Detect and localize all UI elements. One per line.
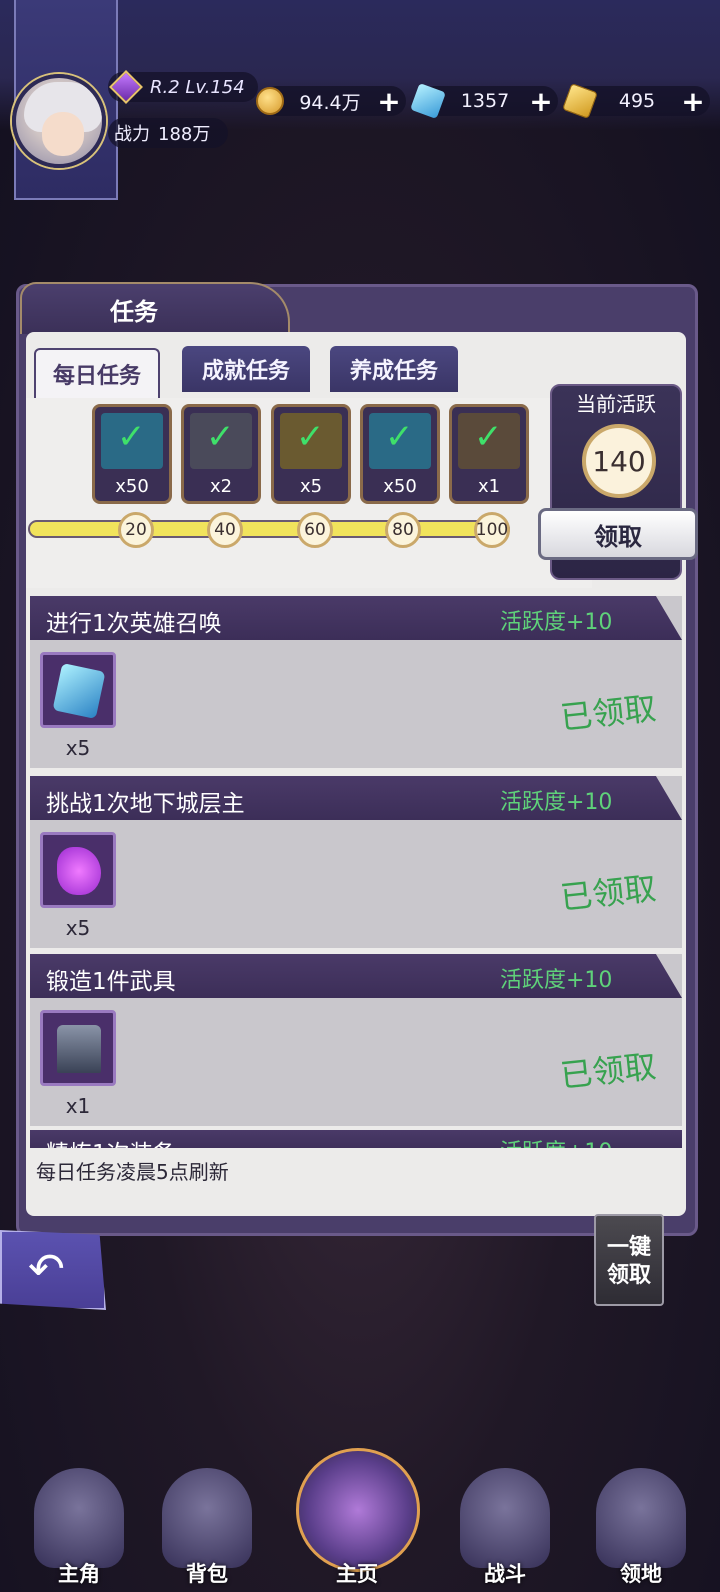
reward-qty: x5 (65, 736, 91, 760)
task-row: 挑战1次地下城层主 活跃度+10 x5 已领取 (30, 776, 682, 948)
task-claimed-status: 已领取 (558, 689, 658, 737)
check-icon: ✓ (385, 417, 414, 457)
task-title: 进行1次英雄召唤 (46, 611, 222, 637)
activity-chest[interactable]: ✓ x2 (181, 404, 261, 504)
task-row: 锻造1件武具 活跃度+10 x1 已领取 (30, 954, 682, 1126)
reward-qty: x1 (65, 1094, 91, 1118)
milestone-marker: 100 (474, 512, 510, 548)
activity-chest[interactable]: ✓ x1 (449, 404, 529, 504)
resource-gold: 94.4万 + (256, 85, 406, 118)
activity-progress-bar (28, 520, 510, 538)
one-key-label-line1: 一键 (606, 1235, 651, 1260)
claim-button[interactable]: 领取 (538, 508, 698, 560)
crystal-value: 1357 (460, 90, 510, 112)
gold-coin-icon (256, 87, 284, 115)
book-icon (296, 1448, 420, 1572)
milestone-marker: 60 (297, 512, 333, 548)
blue-crystal-icon (52, 662, 106, 720)
bottom-nav: 主角 背包 主页 战斗 领地 (0, 1440, 720, 1592)
chest-qty: x5 (299, 476, 323, 497)
rank-gem-icon (109, 70, 143, 104)
back-arrow-icon: ↶ (28, 1244, 65, 1295)
check-icon: ✓ (296, 417, 325, 457)
nav-battle[interactable]: 战斗 (450, 1440, 560, 1592)
task-points: 活跃度+10 (500, 610, 613, 635)
crossed-swords-icon (460, 1468, 550, 1568)
tab-growth[interactable]: 养成任务 (330, 346, 458, 392)
bag-icon (162, 1468, 252, 1568)
task-title: 挑战1次地下城层主 (46, 791, 245, 817)
gold-value: 94.4万 (299, 91, 361, 114)
nav-territory[interactable]: 领地 (586, 1440, 696, 1592)
nav-label: 主页 (336, 1562, 378, 1586)
task-points: 活跃度+10 (500, 968, 613, 993)
nav-label: 战斗 (484, 1562, 526, 1586)
rank-badge: R.2 Lv.154 (108, 70, 258, 104)
nav-label: 背包 (186, 1562, 228, 1586)
activity-chest[interactable]: ✓ x50 (92, 404, 172, 504)
nav-label: 主角 (58, 1562, 100, 1586)
castle-icon (596, 1468, 686, 1568)
panel-title: 任务 (110, 298, 158, 326)
chest-qty: x50 (383, 476, 417, 497)
current-activity-value: 140 (582, 424, 656, 498)
task-title: 锻造1件武具 (46, 969, 176, 995)
purple-puzzle-icon (57, 847, 101, 895)
chest-qty: x50 (115, 476, 149, 497)
task-reward-item[interactable] (40, 652, 116, 728)
combat-power: 战力 188万 (108, 118, 228, 148)
power-label: 战力 (114, 124, 150, 145)
avatar[interactable] (12, 74, 106, 168)
nav-home[interactable]: 主页 (296, 1440, 420, 1592)
nav-hero[interactable]: 主角 (24, 1440, 134, 1592)
task-claimed-status: 已领取 (558, 1047, 658, 1095)
gem-value: 495 (618, 90, 656, 112)
chest-qty: x2 (209, 476, 233, 497)
check-icon: ✓ (206, 417, 235, 457)
check-icon: ✓ (117, 417, 146, 457)
milestone-marker: 40 (207, 512, 243, 548)
reward-qty: x5 (65, 916, 91, 940)
current-activity-label: 当前活跃 (576, 392, 656, 416)
tab-daily[interactable]: 每日任务 (34, 348, 160, 398)
hero-icon (34, 1468, 124, 1568)
add-gem-button[interactable]: + (680, 85, 706, 118)
task-reward-item[interactable] (40, 832, 116, 908)
task-claimed-status: 已领取 (558, 869, 658, 917)
one-key-claim-button[interactable]: 一键 领取 (594, 1214, 664, 1306)
milestone-marker: 80 (385, 512, 421, 548)
refresh-note: 每日任务凌晨5点刷新 (26, 1148, 686, 1190)
task-reward-item[interactable] (40, 1010, 116, 1086)
avatar-face (42, 112, 84, 156)
nav-bag[interactable]: 背包 (152, 1440, 262, 1592)
rank-text: R.2 Lv.154 (150, 76, 245, 98)
milestone-marker: 20 (118, 512, 154, 548)
tab-achievement[interactable]: 成就任务 (182, 346, 310, 392)
task-row: 进行1次英雄召唤 活跃度+10 x5 已领取 (30, 596, 682, 768)
add-crystal-button[interactable]: + (528, 85, 554, 118)
activity-chest[interactable]: ✓ x5 (271, 404, 351, 504)
resource-gem: 495 + (562, 83, 710, 119)
nav-label: 领地 (620, 1562, 662, 1586)
back-button[interactable]: ↶ (0, 1230, 106, 1310)
resource-crystal: 1357 + (410, 83, 558, 119)
task-points: 活跃度+10 (500, 790, 613, 815)
activity-chest[interactable]: ✓ x50 (360, 404, 440, 504)
add-gold-button[interactable]: + (376, 85, 402, 118)
power-value: 188万 (158, 124, 211, 145)
check-icon: ✓ (474, 417, 503, 457)
anvil-icon (57, 1025, 101, 1073)
one-key-label-line2: 领取 (606, 1263, 651, 1288)
chest-qty: x1 (477, 476, 501, 497)
